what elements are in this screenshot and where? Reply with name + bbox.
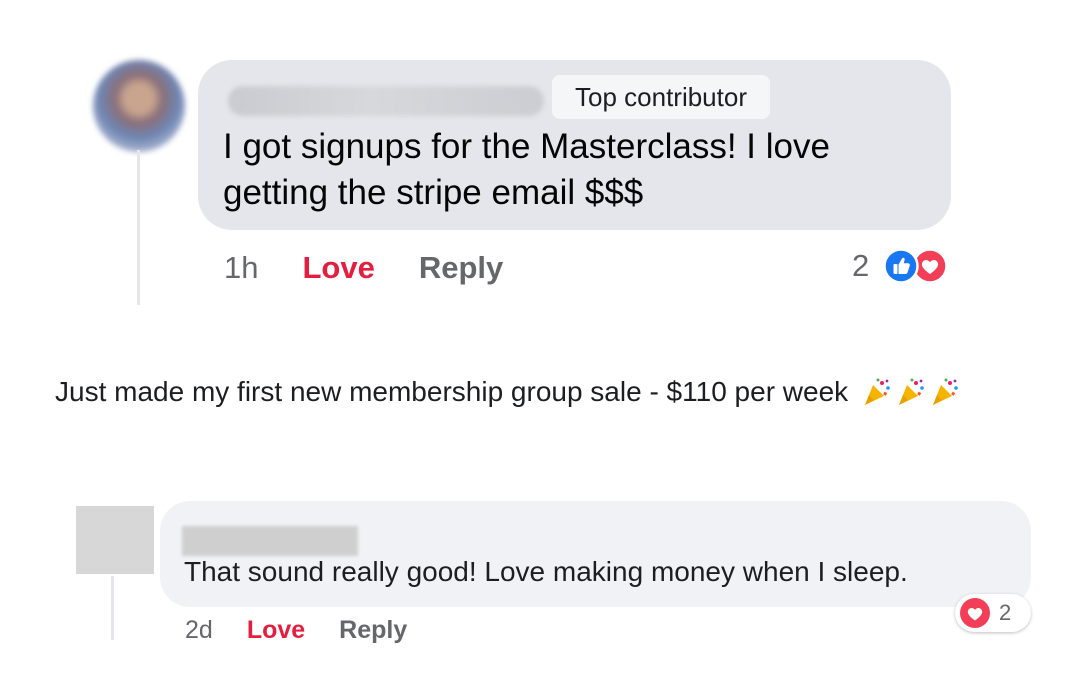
comment-timestamp[interactable]: 2d [185, 616, 213, 645]
comment-actions: 1h Love Reply [224, 246, 503, 290]
thread-line [137, 150, 140, 305]
party-popper-icon [899, 378, 924, 405]
party-popper-icon [933, 378, 958, 405]
reaction-summary[interactable]: 2 [955, 594, 1031, 632]
post-text: Just made my first new membership group … [55, 376, 960, 408]
post-text-content: Just made my first new membership group … [55, 376, 849, 407]
avatar[interactable] [76, 506, 154, 574]
thread-line [111, 576, 114, 640]
reply-button[interactable]: Reply [419, 250, 503, 286]
reaction-count: 2 [999, 600, 1012, 625]
party-popper-icon [865, 378, 890, 405]
reaction-count[interactable]: 2 [852, 248, 869, 284]
comment-timestamp[interactable]: 1h [224, 250, 258, 286]
reply-button[interactable]: Reply [339, 616, 407, 645]
love-button[interactable]: Love [302, 250, 374, 286]
comment-text: That sound really good! Love making mone… [184, 556, 908, 587]
commenter-name-redacted[interactable] [182, 526, 358, 556]
love-button[interactable]: Love [247, 616, 305, 645]
comment-actions: 2d Love Reply [185, 616, 407, 644]
like-icon[interactable] [883, 248, 919, 284]
avatar[interactable] [93, 60, 185, 152]
commenter-name-blurred[interactable] [228, 86, 544, 116]
top-contributor-badge[interactable]: Top contributor [552, 75, 770, 119]
comment-text: I got signups for the Masterclass! I lov… [223, 127, 830, 212]
heart-icon [960, 598, 990, 628]
